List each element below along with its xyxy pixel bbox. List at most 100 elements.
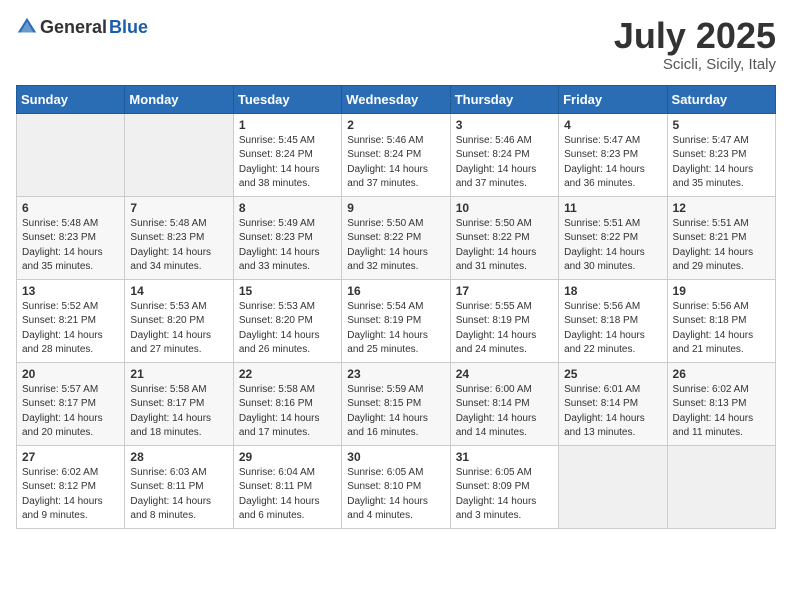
day-info: Sunrise: 5:55 AM Sunset: 8:19 PM Dayligh…: [456, 300, 553, 358]
weekday-header: Monday: [125, 85, 233, 113]
day-number: 25: [564, 367, 661, 381]
calendar-cell: [125, 113, 233, 196]
day-number: 20: [22, 367, 119, 381]
day-info: Sunrise: 5:49 AM Sunset: 8:23 PM Dayligh…: [239, 217, 336, 275]
day-info: Sunrise: 5:47 AM Sunset: 8:23 PM Dayligh…: [564, 134, 661, 192]
day-number: 5: [673, 118, 770, 132]
calendar-cell: 20 Sunrise: 5:57 AM Sunset: 8:17 PM Dayli…: [17, 362, 125, 445]
calendar-cell: [559, 445, 667, 528]
logo: GeneralBlue: [16, 16, 148, 38]
day-info: Sunrise: 5:56 AM Sunset: 8:18 PM Dayligh…: [564, 300, 661, 358]
calendar-week-row: 13Sunrise: 5:52 AM Sunset: 8:21 PM Dayli…: [17, 279, 776, 362]
calendar-cell: 3 Sunrise: 5:46 AM Sunset: 8:24 PM Daylig…: [450, 113, 558, 196]
calendar-cell: 11Sunrise: 5:51 AM Sunset: 8:22 PM Dayli…: [559, 196, 667, 279]
day-number: 8: [239, 201, 336, 215]
calendar-cell: 22 Sunrise: 5:58 AM Sunset: 8:16 PM Dayli…: [233, 362, 341, 445]
day-number: 29: [239, 450, 336, 464]
calendar-cell: 5 Sunrise: 5:47 AM Sunset: 8:23 PM Daylig…: [667, 113, 775, 196]
logo-blue-text: Blue: [109, 17, 148, 38]
day-info: Sunrise: 5:45 AM Sunset: 8:24 PM Dayligh…: [239, 134, 336, 192]
calendar-cell: 27Sunrise: 6:02 AM Sunset: 8:12 PM Dayli…: [17, 445, 125, 528]
day-info: Sunrise: 5:46 AM Sunset: 8:24 PM Dayligh…: [456, 134, 553, 192]
calendar-cell: 18 Sunrise: 5:56 AM Sunset: 8:18 PM Dayli…: [559, 279, 667, 362]
calendar-cell: 21Sunrise: 5:58 AM Sunset: 8:17 PM Dayli…: [125, 362, 233, 445]
calendar-cell: 19 Sunrise: 5:56 AM Sunset: 8:18 PM Dayli…: [667, 279, 775, 362]
day-number: 4: [564, 118, 661, 132]
day-info: Sunrise: 5:50 AM Sunset: 8:22 PM Dayligh…: [347, 217, 444, 275]
calendar-cell: 23 Sunrise: 5:59 AM Sunset: 8:15 PM Dayli…: [342, 362, 450, 445]
day-info: Sunrise: 5:50 AM Sunset: 8:22 PM Dayligh…: [456, 217, 553, 275]
day-number: 15: [239, 284, 336, 298]
day-number: 26: [673, 367, 770, 381]
day-info: Sunrise: 5:56 AM Sunset: 8:18 PM Dayligh…: [673, 300, 770, 358]
calendar-cell: 1 Sunrise: 5:45 AM Sunset: 8:24 PM Daylig…: [233, 113, 341, 196]
day-number: 31: [456, 450, 553, 464]
day-info: Sunrise: 5:53 AM Sunset: 8:20 PM Dayligh…: [130, 300, 227, 358]
calendar-cell: [667, 445, 775, 528]
day-info: Sunrise: 6:00 AM Sunset: 8:14 PM Dayligh…: [456, 383, 553, 441]
day-number: 3: [456, 118, 553, 132]
weekday-header: Wednesday: [342, 85, 450, 113]
calendar-cell: 14Sunrise: 5:53 AM Sunset: 8:20 PM Dayli…: [125, 279, 233, 362]
weekday-header: Friday: [559, 85, 667, 113]
calendar-cell: 4 Sunrise: 5:47 AM Sunset: 8:23 PM Daylig…: [559, 113, 667, 196]
weekday-header: Thursday: [450, 85, 558, 113]
calendar-cell: 10 Sunrise: 5:50 AM Sunset: 8:22 PM Dayli…: [450, 196, 558, 279]
weekday-header: Sunday: [17, 85, 125, 113]
day-number: 22: [239, 367, 336, 381]
day-info: Sunrise: 5:59 AM Sunset: 8:15 PM Dayligh…: [347, 383, 444, 441]
calendar-cell: 6 Sunrise: 5:48 AM Sunset: 8:23 PM Daylig…: [17, 196, 125, 279]
calendar-table: SundayMondayTuesdayWednesdayThursdayFrid…: [16, 85, 776, 529]
day-number: 11: [564, 201, 661, 215]
day-info: Sunrise: 5:51 AM Sunset: 8:21 PM Dayligh…: [673, 217, 770, 275]
day-info: Sunrise: 6:01 AM Sunset: 8:14 PM Dayligh…: [564, 383, 661, 441]
day-info: Sunrise: 5:48 AM Sunset: 8:23 PM Dayligh…: [130, 217, 227, 275]
day-number: 18: [564, 284, 661, 298]
day-number: 17: [456, 284, 553, 298]
day-info: Sunrise: 6:05 AM Sunset: 8:09 PM Dayligh…: [456, 466, 553, 524]
day-number: 30: [347, 450, 444, 464]
day-info: Sunrise: 5:52 AM Sunset: 8:21 PM Dayligh…: [22, 300, 119, 358]
calendar-week-row: 20 Sunrise: 5:57 AM Sunset: 8:17 PM Dayli…: [17, 362, 776, 445]
calendar-cell: 24 Sunrise: 6:00 AM Sunset: 8:14 PM Dayli…: [450, 362, 558, 445]
logo-general-text: General: [40, 17, 107, 38]
day-number: 23: [347, 367, 444, 381]
calendar-cell: [17, 113, 125, 196]
day-number: 1: [239, 118, 336, 132]
month-title: July 2025: [614, 16, 776, 56]
day-number: 6: [22, 201, 119, 215]
day-info: Sunrise: 6:04 AM Sunset: 8:11 PM Dayligh…: [239, 466, 336, 524]
day-number: 19: [673, 284, 770, 298]
calendar-cell: 30 Sunrise: 6:05 AM Sunset: 8:10 PM Dayli…: [342, 445, 450, 528]
calendar-cell: 15 Sunrise: 5:53 AM Sunset: 8:20 PM Dayli…: [233, 279, 341, 362]
title-block: July 2025 Scicli, Sicily, Italy: [614, 16, 776, 73]
day-info: Sunrise: 5:46 AM Sunset: 8:24 PM Dayligh…: [347, 134, 444, 192]
day-info: Sunrise: 5:53 AM Sunset: 8:20 PM Dayligh…: [239, 300, 336, 358]
day-info: Sunrise: 5:48 AM Sunset: 8:23 PM Dayligh…: [22, 217, 119, 275]
calendar-week-row: 1 Sunrise: 5:45 AM Sunset: 8:24 PM Daylig…: [17, 113, 776, 196]
calendar-cell: 28Sunrise: 6:03 AM Sunset: 8:11 PM Dayli…: [125, 445, 233, 528]
calendar-cell: 9Sunrise: 5:50 AM Sunset: 8:22 PM Daylig…: [342, 196, 450, 279]
logo-icon: [16, 16, 38, 38]
calendar-cell: 12Sunrise: 5:51 AM Sunset: 8:21 PM Dayli…: [667, 196, 775, 279]
calendar-header-row: SundayMondayTuesdayWednesdayThursdayFrid…: [17, 85, 776, 113]
location-title: Scicli, Sicily, Italy: [614, 56, 776, 73]
weekday-header: Tuesday: [233, 85, 341, 113]
calendar-cell: 31 Sunrise: 6:05 AM Sunset: 8:09 PM Dayli…: [450, 445, 558, 528]
calendar-week-row: 27Sunrise: 6:02 AM Sunset: 8:12 PM Dayli…: [17, 445, 776, 528]
calendar-cell: 7Sunrise: 5:48 AM Sunset: 8:23 PM Daylig…: [125, 196, 233, 279]
calendar-week-row: 6 Sunrise: 5:48 AM Sunset: 8:23 PM Daylig…: [17, 196, 776, 279]
day-info: Sunrise: 6:02 AM Sunset: 8:12 PM Dayligh…: [22, 466, 119, 524]
day-info: Sunrise: 5:58 AM Sunset: 8:17 PM Dayligh…: [130, 383, 227, 441]
calendar-cell: 16Sunrise: 5:54 AM Sunset: 8:19 PM Dayli…: [342, 279, 450, 362]
day-number: 10: [456, 201, 553, 215]
day-info: Sunrise: 5:57 AM Sunset: 8:17 PM Dayligh…: [22, 383, 119, 441]
day-info: Sunrise: 6:02 AM Sunset: 8:13 PM Dayligh…: [673, 383, 770, 441]
day-info: Sunrise: 6:05 AM Sunset: 8:10 PM Dayligh…: [347, 466, 444, 524]
calendar-cell: 17 Sunrise: 5:55 AM Sunset: 8:19 PM Dayli…: [450, 279, 558, 362]
day-number: 24: [456, 367, 553, 381]
calendar-cell: 2Sunrise: 5:46 AM Sunset: 8:24 PM Daylig…: [342, 113, 450, 196]
day-info: Sunrise: 5:47 AM Sunset: 8:23 PM Dayligh…: [673, 134, 770, 192]
calendar-cell: 13Sunrise: 5:52 AM Sunset: 8:21 PM Dayli…: [17, 279, 125, 362]
day-info: Sunrise: 5:58 AM Sunset: 8:16 PM Dayligh…: [239, 383, 336, 441]
